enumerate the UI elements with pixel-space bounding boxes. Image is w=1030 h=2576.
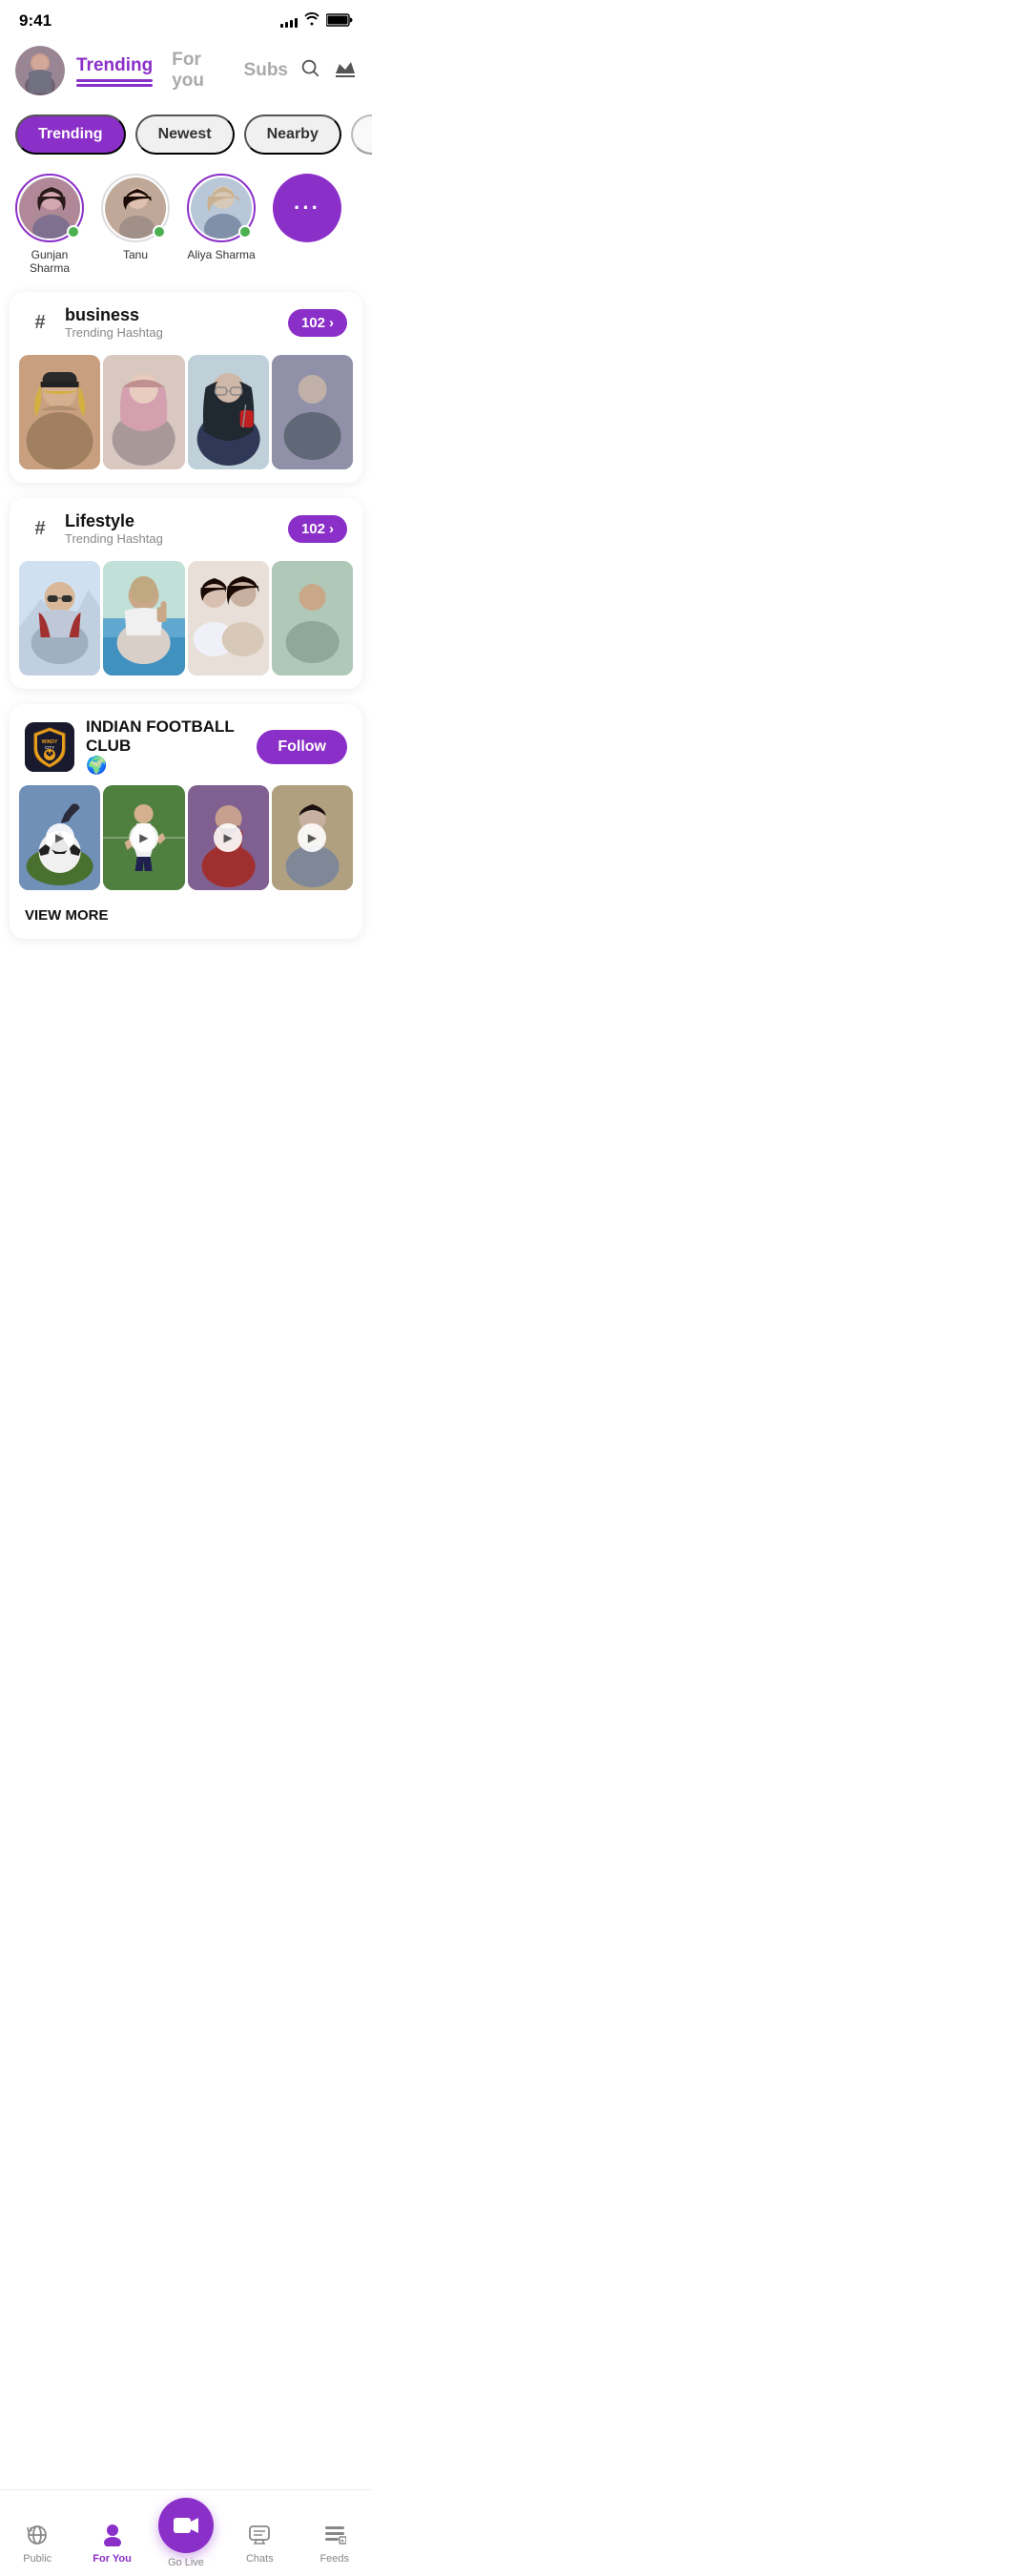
hashtag-title-business: business — [65, 305, 163, 325]
hashtag-img-1[interactable] — [19, 355, 100, 469]
filter-newest[interactable]: Newest — [135, 114, 235, 155]
nav-feeds[interactable]: Feeds — [306, 2524, 363, 2565]
play-icon-1[interactable]: ▶ — [46, 823, 74, 852]
hashtag-img-7[interactable] — [188, 561, 269, 675]
public-icon — [26, 2524, 49, 2550]
nav-for-you[interactable]: For You — [84, 2522, 141, 2565]
wifi-icon — [303, 12, 320, 31]
view-more-button[interactable]: VIEW MORE — [10, 904, 362, 939]
header-nav: Trending For you Subs — [76, 50, 288, 92]
tab-for-you[interactable]: For you — [172, 50, 224, 92]
club-info: INDIAN FOOTBALL CLUB 🌍 — [86, 717, 245, 776]
hash-symbol-lifestyle: # — [25, 513, 55, 544]
club-video-2[interactable]: ▶ — [103, 785, 184, 890]
go-live-button[interactable] — [158, 2498, 214, 2553]
stories-row: Gunjan Sharma Tanu — [0, 170, 372, 292]
story-more[interactable]: ··· — [273, 174, 341, 261]
signal-icon — [280, 14, 298, 28]
club-header: WINDY CITY INDIAN FOOTBALL CLUB 🌍 Follow — [10, 704, 362, 785]
hashtag-sub-lifestyle: Trending Hashtag — [65, 531, 163, 546]
hashtag-img-8[interactable] — [272, 561, 353, 675]
club-name: INDIAN FOOTBALL CLUB — [86, 717, 245, 756]
crown-icon[interactable] — [334, 58, 357, 83]
online-indicator-aliya — [238, 225, 252, 239]
story-name-gunjan: Gunjan Sharma — [15, 248, 84, 275]
hashtag-img-5[interactable] — [19, 561, 100, 675]
story-name-aliya: Aliya Sharma — [187, 248, 255, 261]
hashtag-title-lifestyle: Lifestyle — [65, 511, 163, 531]
hashtag-business-card: # business Trending Hashtag 102 › — [10, 292, 362, 483]
nav-public[interactable]: Public — [9, 2524, 66, 2565]
tab-trending[interactable]: Trending — [76, 55, 153, 87]
filter-trending[interactable]: Trending — [15, 114, 126, 155]
hashtag-img-6[interactable] — [103, 561, 184, 675]
for-you-icon — [100, 2522, 125, 2550]
feeds-icon — [323, 2524, 346, 2550]
club-video-1[interactable]: ▶ — [19, 785, 100, 890]
chats-icon — [248, 2524, 271, 2550]
hashtag-lifestyle-card: # Lifestyle Trending Hashtag 102 › — [10, 498, 362, 689]
club-card: WINDY CITY INDIAN FOOTBALL CLUB 🌍 Follow — [10, 704, 362, 939]
go-live-label: Go Live — [168, 2557, 204, 2568]
hashtag-count-business[interactable]: 102 › — [288, 309, 347, 337]
app-header: Trending For you Subs — [0, 38, 372, 107]
search-icon[interactable] — [299, 57, 320, 84]
status-icons — [280, 12, 353, 31]
online-indicator-tanu — [153, 225, 166, 239]
club-videos: ▶ ▶ — [10, 785, 362, 904]
nav-chats[interactable]: Chats — [231, 2524, 288, 2565]
tab-subs[interactable]: Subs — [244, 60, 288, 81]
play-icon-2[interactable]: ▶ — [130, 823, 158, 852]
user-avatar[interactable] — [15, 46, 65, 95]
hashtag-img-3[interactable] — [188, 355, 269, 469]
header-actions — [299, 57, 357, 84]
club-logo: WINDY CITY — [25, 722, 74, 772]
hash-symbol-business: # — [25, 307, 55, 338]
hashtag-count-lifestyle[interactable]: 102 › — [288, 515, 347, 543]
filter-pills: Trending Newest Nearby ··· — [0, 107, 372, 170]
battery-icon — [326, 13, 353, 30]
for-you-label: For You — [93, 2553, 132, 2565]
hashtag-img-4[interactable] — [272, 355, 353, 469]
nav-go-live[interactable]: Go Live — [158, 2498, 214, 2568]
story-name-tanu: Tanu — [123, 248, 148, 261]
hashtag-images-business — [10, 345, 362, 483]
status-bar: 9:41 — [0, 0, 372, 38]
online-indicator — [67, 225, 80, 239]
public-label: Public — [23, 2553, 52, 2565]
hashtag-sub-business: Trending Hashtag — [65, 325, 163, 340]
hashtag-images-lifestyle — [10, 551, 362, 689]
club-video-3[interactable]: ▶ — [188, 785, 269, 890]
status-time: 9:41 — [19, 11, 52, 31]
story-tanu[interactable]: Tanu — [101, 174, 170, 261]
chats-label: Chats — [246, 2553, 274, 2565]
club-globe-icon: 🌍 — [86, 756, 245, 776]
follow-button[interactable]: Follow — [257, 730, 347, 764]
story-aliya[interactable]: Aliya Sharma — [187, 174, 256, 261]
filter-nearby[interactable]: Nearby — [244, 114, 341, 155]
feeds-label: Feeds — [319, 2553, 349, 2565]
play-icon-3[interactable]: ▶ — [214, 823, 242, 852]
club-video-4[interactable]: ▶ — [272, 785, 353, 890]
bottom-navigation: Public For You Go Live — [0, 2489, 372, 2576]
hashtag-img-2[interactable] — [103, 355, 184, 469]
story-gunjan[interactable]: Gunjan Sharma — [15, 174, 84, 275]
play-icon-4[interactable]: ▶ — [298, 823, 326, 852]
filter-extra[interactable]: ··· — [351, 114, 372, 155]
